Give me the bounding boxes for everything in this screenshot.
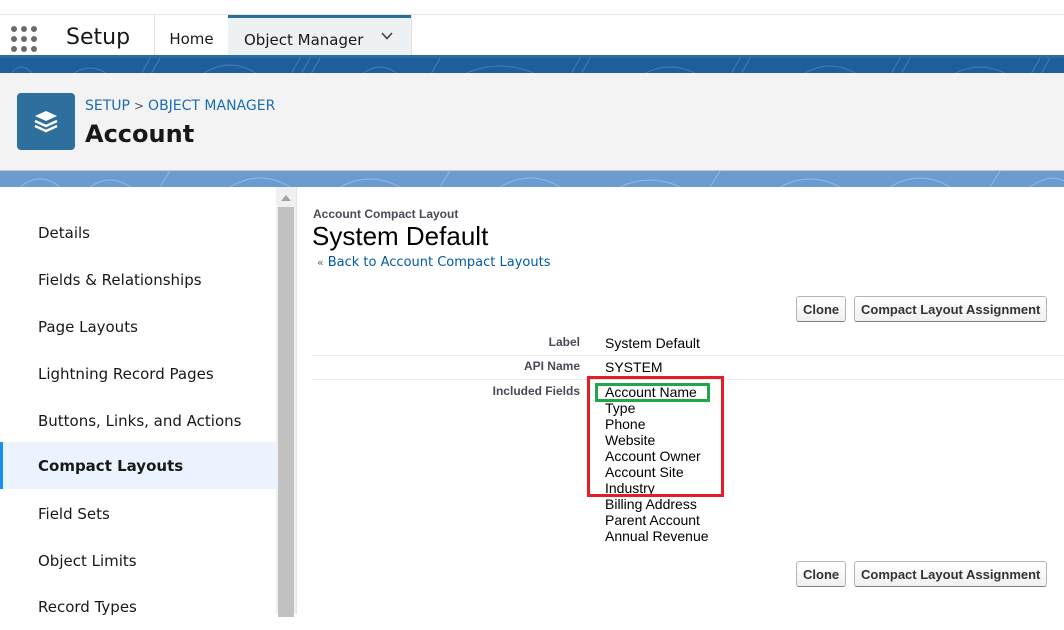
field-value: System Default [605,335,700,351]
object-sidebar: Details Fields & Relationships Page Layo… [0,187,276,616]
tab-home-label: Home [169,29,214,48]
breadcrumb-separator: > [133,99,145,113]
tab-object-manager-label: Object Manager [244,31,364,49]
sidebar-item-compact-layouts[interactable]: Compact Layouts [0,442,276,489]
global-nav: Setup Home Object Manager [0,0,1064,62]
field-label: Label [548,335,580,349]
sidebar-scrollbar[interactable] [276,187,296,617]
field-label: API Name [523,359,580,373]
sidebar-item-record-types[interactable]: Record Types [0,583,276,630]
compact-layout-assignment-button[interactable]: Compact Layout Assignment [854,296,1048,322]
page-title: System Default [312,221,489,251]
object-header: SETUP > OBJECT MANAGER Account [0,73,1064,171]
list-item: Billing Address [605,496,697,512]
sidebar-item-fields-relationships[interactable]: Fields & Relationships [0,256,276,303]
clone-button[interactable]: Clone [796,296,847,322]
banner-pattern-icon [11,58,1051,73]
object-title: Account [85,120,195,148]
sidebar-item-buttons-links-actions[interactable]: Buttons, Links, and Actions [0,397,276,444]
breadcrumb-setup[interactable]: SETUP [85,98,130,114]
clone-button-bottom[interactable]: Clone [796,561,847,587]
sidebar-item-object-limits[interactable]: Object Limits [0,537,276,584]
back-link[interactable]: «Back to Account Compact Layouts [317,255,551,270]
list-item: Annual Revenue [605,528,709,544]
chevron-down-icon[interactable] [381,30,393,42]
sidebar-item-field-sets[interactable]: Field Sets [0,490,276,537]
compact-layout-assignment-button-bottom[interactable]: Compact Layout Assignment [854,561,1048,587]
sidebar-item-lightning-record-pages[interactable]: Lightning Record Pages [0,350,276,397]
scrollbar-thumb[interactable] [278,207,294,617]
scroll-up-arrow-icon[interactable] [281,195,291,201]
field-label: Included Fields [492,384,580,398]
field-value: SYSTEM [605,359,663,375]
stacked-layers-icon [17,93,75,150]
detail-row-label: Label System Default [312,331,1064,356]
list-item: Parent Account [605,512,700,528]
app-name: Setup [66,25,131,50]
breadcrumb-object-manager[interactable]: OBJECT MANAGER [148,98,275,114]
header-banner-bottom [0,171,1064,187]
green-highlight-annotation [595,383,710,402]
sidebar-item-details[interactable]: Details [0,209,276,256]
breadcrumb: SETUP > OBJECT MANAGER [85,98,275,114]
double-chevron-left-icon: « [317,256,324,269]
banner-pattern-icon [19,171,1064,187]
compact-layout-detail: Account Compact Layout System Default «B… [297,187,1064,614]
page-subtitle: Account Compact Layout [313,207,459,221]
back-link-label: Back to Account Compact Layouts [327,255,551,270]
header-banner [0,55,1064,73]
sidebar-item-page-layouts[interactable]: Page Layouts [0,303,276,350]
app-launcher-grid-icon[interactable] [10,24,38,52]
